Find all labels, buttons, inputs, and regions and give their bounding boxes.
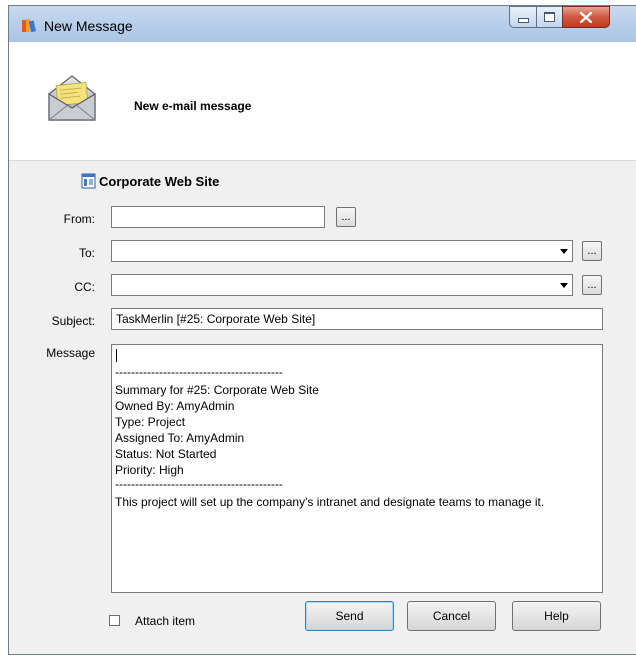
owned-by-line: Owned By: AmyAdmin <box>115 399 235 413</box>
send-button-label: Send <box>335 609 364 623</box>
from-field[interactable] <box>111 206 325 228</box>
help-button[interactable]: Help <box>512 601 601 631</box>
to-label: To: <box>78 246 95 260</box>
subject-label: Subject: <box>51 314 95 328</box>
cc-dropdown-icon[interactable] <box>555 275 572 295</box>
text-caret <box>116 349 117 362</box>
new-message-window: New Message New e-mail message Corporate… <box>8 5 636 655</box>
message-textarea[interactable]: ----------------------------------------… <box>111 344 603 593</box>
cc-field[interactable] <box>111 274 573 296</box>
to-dropdown-icon[interactable] <box>555 241 572 261</box>
help-button-label: Help <box>544 609 569 623</box>
from-browse-button[interactable]: ... <box>336 207 356 227</box>
send-button[interactable]: Send <box>305 601 394 631</box>
to-field[interactable] <box>111 240 573 262</box>
to-browse-label: ... <box>587 245 597 257</box>
maximize-button[interactable] <box>536 6 563 28</box>
header-title: New e-mail message <box>134 99 252 113</box>
to-browse-button[interactable]: ... <box>582 241 602 261</box>
separator-bottom: ----------------------------------------… <box>115 477 283 491</box>
attach-item-checkbox[interactable] <box>109 615 120 626</box>
maximize-icon <box>544 12 555 22</box>
cc-label: CC: <box>74 280 95 294</box>
separator-top: ----------------------------------------… <box>115 365 283 379</box>
dialog-header: New e-mail message <box>9 42 636 161</box>
type-line: Type: Project <box>115 415 186 429</box>
project-title: Corporate Web Site <box>99 174 220 189</box>
close-icon <box>580 11 592 23</box>
priority-line: Priority: High <box>115 463 184 477</box>
app-books-icon <box>22 19 36 33</box>
from-label: From: <box>63 212 95 226</box>
envelope-icon <box>48 75 96 121</box>
close-button[interactable] <box>562 6 610 28</box>
project-document-icon <box>81 173 96 189</box>
subject-value: TaskMerlin [#25: Corporate Web Site] <box>116 312 316 326</box>
cc-browse-button[interactable]: ... <box>582 275 602 295</box>
minimize-button[interactable] <box>509 6 537 28</box>
status-line: Status: Not Started <box>115 447 217 461</box>
minimize-icon <box>517 17 529 23</box>
assigned-to-line: Assigned To: AmyAdmin <box>115 431 245 445</box>
from-browse-label: ... <box>341 211 351 223</box>
subject-field[interactable]: TaskMerlin [#25: Corporate Web Site] <box>111 308 603 330</box>
cancel-button[interactable]: Cancel <box>407 601 496 631</box>
message-label: Message <box>46 346 95 360</box>
cancel-button-label: Cancel <box>432 609 471 623</box>
attach-item-label[interactable]: Attach item <box>135 614 195 628</box>
summary-line: Summary for #25: Corporate Web Site <box>115 383 319 397</box>
description-line: This project will set up the company's i… <box>115 495 545 509</box>
title-bar[interactable]: New Message <box>9 6 636 42</box>
cc-browse-label: ... <box>587 279 597 291</box>
window-title: New Message <box>44 18 133 34</box>
